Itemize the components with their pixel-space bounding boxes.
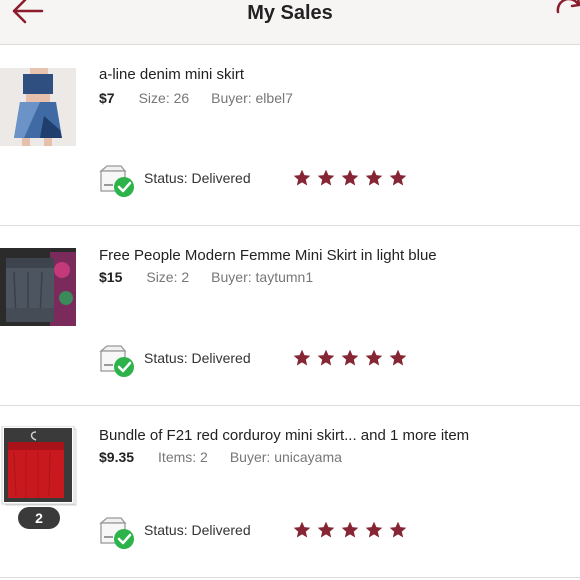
star-icon <box>293 349 311 366</box>
star-icon <box>389 521 407 538</box>
star-icon <box>293 521 311 538</box>
item-thumbnail[interactable] <box>0 425 78 508</box>
rating-stars <box>292 168 408 188</box>
bundle-count-badge: 2 <box>18 507 60 529</box>
item-meta: $9.35 Items: 2 Buyer: unicayama <box>99 449 342 465</box>
item-size: Size: 2 <box>146 269 190 285</box>
item-buyer: Buyer: taytumn1 <box>211 269 314 285</box>
refresh-icon[interactable] <box>552 0 580 28</box>
sale-row[interactable]: Free People Modern Femme Mini Skirt in l… <box>0 226 580 406</box>
star-icon <box>389 349 407 366</box>
item-price: $9.35 <box>99 449 135 465</box>
star-icon <box>317 169 335 186</box>
page-title: My Sales <box>247 2 333 24</box>
status-text: Status: Delivered <box>144 350 251 366</box>
item-thumbnail[interactable] <box>0 248 76 326</box>
status-text: Status: Delivered <box>144 170 251 186</box>
delivered-box-icon <box>99 345 135 379</box>
app-header: My Sales <box>0 0 580 45</box>
rating-stars <box>292 348 408 368</box>
star-icon <box>341 169 359 186</box>
star-icon <box>293 169 311 186</box>
item-buyer: Buyer: unicayama <box>229 449 342 465</box>
star-icon <box>341 349 359 366</box>
item-title[interactable]: Free People Modern Femme Mini Skirt in l… <box>99 247 437 264</box>
item-title[interactable]: Bundle of F21 red corduroy mini skirt...… <box>99 427 469 444</box>
delivered-box-icon <box>99 165 135 199</box>
star-icon <box>317 521 335 538</box>
item-meta: $7 Size: 26 Buyer: elbel7 <box>99 90 293 106</box>
star-icon <box>365 521 383 538</box>
item-price: $15 <box>99 269 123 285</box>
status-text: Status: Delivered <box>144 522 251 538</box>
star-icon <box>365 169 383 186</box>
item-title[interactable]: a-line denim mini skirt <box>99 66 244 83</box>
item-price: $7 <box>99 90 115 106</box>
item-buyer: Buyer: elbel7 <box>211 90 293 106</box>
item-meta: $15 Size: 2 Buyer: taytumn1 <box>99 269 313 285</box>
star-icon <box>365 349 383 366</box>
item-thumbnail[interactable] <box>0 68 76 146</box>
star-icon <box>341 521 359 538</box>
item-count: Items: 2 <box>158 449 208 465</box>
item-size: Size: 26 <box>138 90 190 106</box>
row-divider <box>0 577 580 578</box>
rating-stars <box>292 520 408 540</box>
star-icon <box>389 169 407 186</box>
sale-row[interactable]: a-line denim mini skirt $7 Size: 26 Buyer:… <box>0 45 580 226</box>
star-icon <box>317 349 335 366</box>
delivered-box-icon <box>99 517 135 551</box>
sale-row[interactable]: 2 Bundle of F21 red corduroy mini skirt.… <box>0 406 580 580</box>
